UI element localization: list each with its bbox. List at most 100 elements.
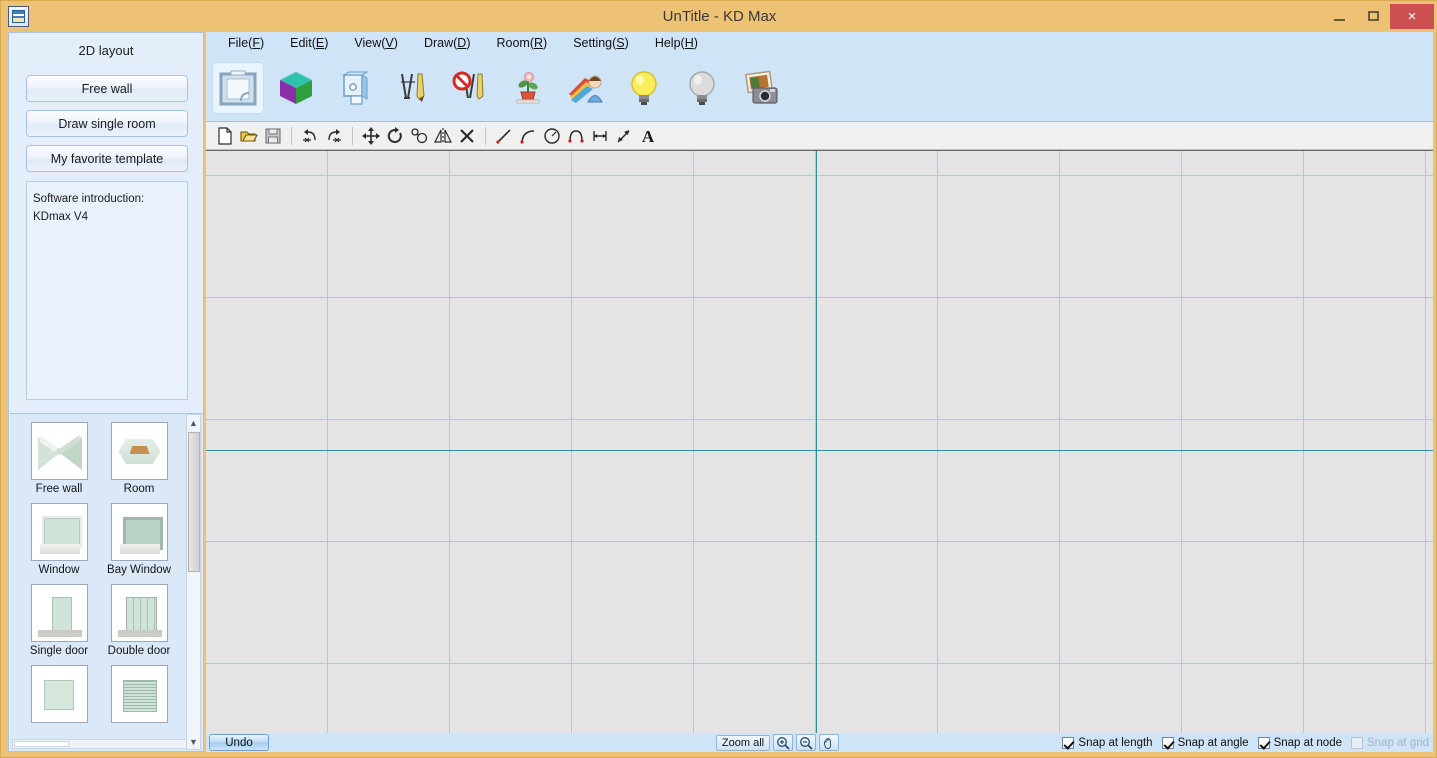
free-wall-thumb[interactable] bbox=[30, 422, 88, 480]
menu-item-draw[interactable]: Draw(D) bbox=[411, 36, 484, 50]
toolbar-render-photo-button[interactable] bbox=[734, 62, 786, 114]
list-item-label: Single door bbox=[29, 645, 89, 657]
copy-button[interactable] bbox=[408, 125, 430, 147]
dimension-leader-icon bbox=[617, 129, 630, 142]
plant-decoration-icon bbox=[516, 71, 540, 103]
list-item[interactable]: Window bbox=[19, 503, 99, 576]
double-door-thumb[interactable] bbox=[110, 584, 168, 642]
undo-button[interactable]: Undo bbox=[209, 734, 269, 751]
zoom-out-button[interactable] bbox=[796, 734, 816, 751]
render-photo-icon bbox=[745, 70, 778, 104]
snap-at-angle-option[interactable]: Snap at angle bbox=[1161, 736, 1249, 749]
light-off-icon bbox=[689, 70, 715, 105]
undo-button[interactable] bbox=[299, 125, 321, 147]
new-file-button[interactable] bbox=[214, 125, 236, 147]
redo-button[interactable] bbox=[323, 125, 345, 147]
dimension-off-icon bbox=[452, 71, 484, 100]
scrollbar-thumb[interactable] bbox=[14, 741, 69, 747]
minimize-button[interactable] bbox=[1324, 4, 1354, 28]
snap-at-length-checkbox[interactable] bbox=[1062, 736, 1075, 749]
snap-at-angle-checkbox[interactable] bbox=[1161, 736, 1174, 749]
toolbar-dimension-on-button[interactable] bbox=[386, 62, 438, 114]
bay-window-thumb[interactable] bbox=[110, 503, 168, 561]
toolbar-light-on-button[interactable] bbox=[618, 62, 670, 114]
dimension-linear-button[interactable] bbox=[589, 125, 611, 147]
room-thumb[interactable] bbox=[110, 422, 168, 480]
sidebar-button-my-favorite-template[interactable]: My favorite template bbox=[26, 145, 188, 172]
polyline-icon bbox=[568, 129, 584, 143]
toolbar-dimension-off-button[interactable] bbox=[444, 62, 496, 114]
page-title: 2D layout bbox=[78, 43, 134, 58]
maximize-icon bbox=[1367, 11, 1379, 21]
partial-item-a-thumb[interactable] bbox=[30, 665, 88, 723]
list-item[interactable]: Bay Window bbox=[99, 503, 179, 576]
window-thumb[interactable] bbox=[30, 503, 88, 561]
text-icon: A bbox=[642, 127, 655, 145]
circle-button[interactable] bbox=[541, 125, 563, 147]
palette-horizontal-scrollbar[interactable] bbox=[12, 739, 187, 749]
svg-text:A: A bbox=[642, 127, 655, 145]
mirror-button[interactable] bbox=[432, 125, 454, 147]
single-door-thumb[interactable] bbox=[30, 584, 88, 642]
toolbar-3d-cube-button[interactable] bbox=[270, 62, 322, 114]
design-canvas[interactable] bbox=[206, 150, 1433, 733]
chevron-up-icon[interactable]: ▲ bbox=[187, 415, 200, 430]
partial-item-b-thumb[interactable] bbox=[110, 665, 168, 723]
list-item[interactable]: Room bbox=[99, 422, 179, 495]
toolbar-plant-decoration-button[interactable] bbox=[502, 62, 554, 114]
cabinet-model-icon bbox=[342, 71, 369, 105]
snap-at-node-checkbox[interactable] bbox=[1257, 736, 1270, 749]
zoom-all-button[interactable]: Zoom all bbox=[716, 734, 770, 751]
pan-button[interactable] bbox=[819, 734, 839, 751]
menu-item-setting[interactable]: Setting(S) bbox=[560, 36, 642, 50]
menu-item-room[interactable]: Room(R) bbox=[483, 36, 560, 50]
delete-button[interactable] bbox=[456, 125, 478, 147]
maximize-button[interactable] bbox=[1358, 4, 1388, 28]
left-sidebar: 2D layout Free wall Draw single room My … bbox=[8, 32, 204, 752]
pan-hand-icon bbox=[823, 737, 832, 749]
menu-item-view[interactable]: View(V) bbox=[341, 36, 411, 50]
list-item[interactable]: Double door bbox=[99, 584, 179, 657]
palette-vertical-scrollbar[interactable]: ▲ ▼ bbox=[186, 414, 201, 750]
sidebar-button-free-wall[interactable]: Free wall bbox=[26, 75, 188, 102]
scrollbar-thumb[interactable] bbox=[188, 432, 200, 572]
menu-bar: File(F) Edit(E) View(V) Draw(D) Room(R) … bbox=[206, 32, 1433, 54]
component-palette: Free wall Room Window Bay Window Single … bbox=[10, 413, 203, 751]
save-file-button[interactable] bbox=[262, 125, 284, 147]
list-item[interactable] bbox=[19, 665, 99, 726]
list-item[interactable]: Single door bbox=[19, 584, 99, 657]
move-button[interactable] bbox=[360, 125, 382, 147]
list-item[interactable]: Free wall bbox=[19, 422, 99, 495]
title-bar: UnTitle - KD Max × bbox=[1, 1, 1437, 32]
text-button[interactable]: A bbox=[637, 125, 659, 147]
minimize-icon bbox=[1333, 18, 1345, 21]
list-item-label: Double door bbox=[107, 645, 171, 657]
rotate-icon bbox=[387, 126, 402, 143]
rotate-button[interactable] bbox=[384, 125, 406, 147]
arc-button[interactable] bbox=[517, 125, 539, 147]
line-icon bbox=[496, 128, 511, 144]
toolbar-light-off-button[interactable] bbox=[676, 62, 728, 114]
redo-icon bbox=[328, 128, 341, 142]
snap-at-node-option[interactable]: Snap at node bbox=[1257, 736, 1342, 749]
dimension-leader-button[interactable] bbox=[613, 125, 635, 147]
polyline-button[interactable] bbox=[565, 125, 587, 147]
snap-at-length-option[interactable]: Snap at length bbox=[1062, 736, 1153, 749]
list-item[interactable] bbox=[99, 665, 179, 726]
chevron-down-icon[interactable]: ▼ bbox=[187, 734, 200, 749]
line-button[interactable] bbox=[493, 125, 515, 147]
toolbar-divider bbox=[485, 126, 486, 145]
toolbar-cabinet-model-button[interactable] bbox=[328, 62, 380, 114]
open-file-icon bbox=[240, 130, 258, 142]
material-palette-icon bbox=[569, 75, 603, 103]
toolbar-2d-layout-button[interactable] bbox=[212, 61, 264, 114]
zoom-in-button[interactable] bbox=[773, 734, 793, 751]
menu-item-edit[interactable]: Edit(E) bbox=[277, 36, 341, 50]
menu-item-help[interactable]: Help(H) bbox=[642, 36, 711, 50]
close-button[interactable]: × bbox=[1390, 4, 1434, 29]
open-file-button[interactable] bbox=[238, 125, 260, 147]
menu-item-file[interactable]: File(F) bbox=[215, 36, 277, 50]
sidebar-button-draw-single-room[interactable]: Draw single room bbox=[26, 110, 188, 137]
zoom-controls: Zoom all bbox=[716, 733, 839, 752]
toolbar-material-palette-button[interactable] bbox=[560, 62, 612, 114]
